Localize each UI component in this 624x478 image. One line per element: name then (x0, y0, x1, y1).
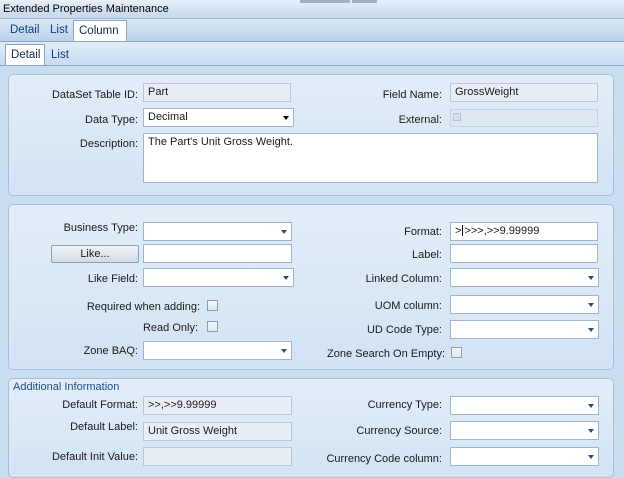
external-checkbox-area (450, 109, 598, 127)
linked-column-label: Linked Column: (365, 273, 442, 285)
datatype-label: Data Type: (85, 114, 138, 126)
readonly-checkbox[interactable] (207, 321, 218, 332)
format-input[interactable]: > >>>,>>9.99999 (450, 222, 598, 241)
tab-detail[interactable]: Detail (5, 20, 44, 41)
datatype-select[interactable]: Decimal (143, 108, 294, 127)
chevron-down-icon[interactable] (283, 116, 289, 120)
readonly-label: Read Only: (142, 322, 198, 334)
default-label-label: Default Label: (70, 421, 138, 433)
zone-baq-label: Zone BAQ: (83, 345, 138, 357)
fieldname-field: GrossWeight (450, 83, 598, 102)
description-label: Description: (79, 138, 138, 150)
tab-list[interactable]: List (45, 20, 73, 41)
default-format-label: Default Format: (62, 399, 138, 411)
currency-type-label: Currency Type: (367, 399, 442, 411)
default-init-label: Default Init Value: (51, 451, 138, 463)
grip-handle (300, 0, 350, 3)
chevron-down-icon[interactable] (588, 455, 594, 459)
zone-search-checkbox[interactable] (451, 347, 462, 358)
format-value-end: >>>,>>9.99999 (464, 225, 540, 237)
chevron-down-icon[interactable] (588, 328, 594, 332)
label-label: Label: (412, 249, 442, 261)
business-type-select[interactable] (143, 222, 292, 241)
format-label: Format: (404, 226, 442, 238)
linked-column-select[interactable] (450, 268, 599, 287)
dataset-field: Part (143, 83, 291, 102)
required-checkbox[interactable] (207, 300, 218, 311)
dataset-label: DataSet Table ID: (51, 89, 138, 101)
default-label-field: Unit Gross Weight (143, 422, 292, 441)
uom-column-label: UOM column: (374, 300, 442, 312)
like-field-select[interactable] (143, 268, 294, 287)
label-input[interactable] (450, 244, 598, 263)
datatype-value: Decimal (148, 111, 188, 123)
chevron-down-icon[interactable] (588, 429, 594, 433)
default-init-field (143, 447, 292, 466)
external-label: External: (398, 114, 442, 126)
currency-type-select[interactable] (450, 396, 599, 415)
currency-code-label: Currency Code column: (326, 453, 442, 465)
chevron-down-icon[interactable] (281, 230, 287, 234)
like-button[interactable]: Like... (51, 245, 139, 263)
zone-baq-select[interactable] (143, 341, 292, 360)
external-checkbox (453, 113, 461, 121)
default-format-field: >>,>>9.99999 (143, 396, 292, 415)
title-bar: Extended Properties Maintenance (0, 0, 624, 19)
window-title: Extended Properties Maintenance (3, 3, 169, 15)
chevron-down-icon[interactable] (283, 276, 289, 280)
currency-source-label: Currency Source: (356, 425, 442, 437)
ud-code-type-label: UD Code Type: (366, 324, 442, 336)
chevron-down-icon[interactable] (281, 349, 287, 353)
chevron-down-icon[interactable] (588, 303, 594, 307)
like-field-input[interactable] (143, 244, 292, 263)
description-textarea[interactable]: The Part's Unit Gross Weight. (143, 133, 598, 183)
like-field-label: Like Field: (87, 273, 138, 285)
required-label: Required when adding: (86, 301, 200, 313)
ud-code-type-select[interactable] (450, 320, 599, 339)
chevron-down-icon[interactable] (588, 404, 594, 408)
sub-tab-bar: Detail List (0, 42, 624, 66)
currency-code-select[interactable] (450, 447, 599, 466)
zone-search-label: Zone Search On Empty: (327, 348, 445, 360)
subtab-detail[interactable]: Detail (5, 44, 45, 65)
uom-column-select[interactable] (450, 295, 599, 314)
subtab-list[interactable]: List (46, 45, 74, 66)
top-tab-bar: Detail List Column (0, 19, 624, 42)
additional-info-title: Additional Information (13, 381, 120, 393)
grip-handle (352, 0, 377, 3)
format-value-start: > (455, 225, 462, 237)
tab-column[interactable]: Column (73, 20, 127, 41)
chevron-down-icon[interactable] (588, 276, 594, 280)
fieldname-label: Field Name: (382, 89, 442, 101)
business-type-label: Business Type: (63, 222, 138, 234)
currency-source-select[interactable] (450, 421, 599, 440)
